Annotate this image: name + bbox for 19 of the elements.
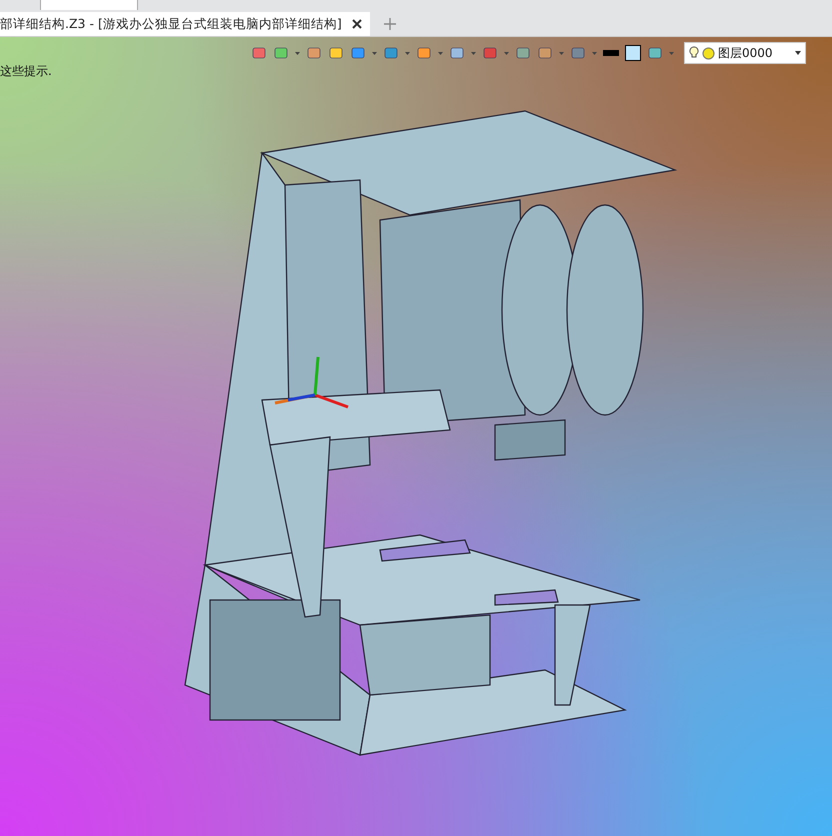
caret-icon[interactable]: [504, 52, 509, 54]
document-tab[interactable]: 部详细结构.Z3 - [游戏办公独显台式组装电脑内部详细结构]: [0, 12, 370, 36]
caret-icon[interactable]: [405, 52, 410, 54]
caret-icon[interactable]: [592, 52, 597, 54]
plus-icon[interactable]: [384, 18, 396, 30]
caret-icon[interactable]: [669, 52, 674, 54]
caret-icon: [795, 51, 801, 55]
hint-text: 这些提示.: [0, 63, 53, 80]
layer-dropdown[interactable]: 图层0000: [684, 42, 806, 64]
caret-icon[interactable]: [471, 52, 476, 54]
color-swatch-icon[interactable]: [625, 45, 641, 61]
caret-icon[interactable]: [438, 52, 443, 54]
caret-icon[interactable]: [372, 52, 377, 54]
caret-icon[interactable]: [559, 52, 564, 54]
circle-icon: [702, 46, 715, 60]
bulb-icon: [689, 46, 699, 60]
caret-icon[interactable]: [295, 52, 300, 54]
close-icon[interactable]: [352, 19, 362, 29]
selection-filter-field[interactable]: [40, 0, 138, 10]
